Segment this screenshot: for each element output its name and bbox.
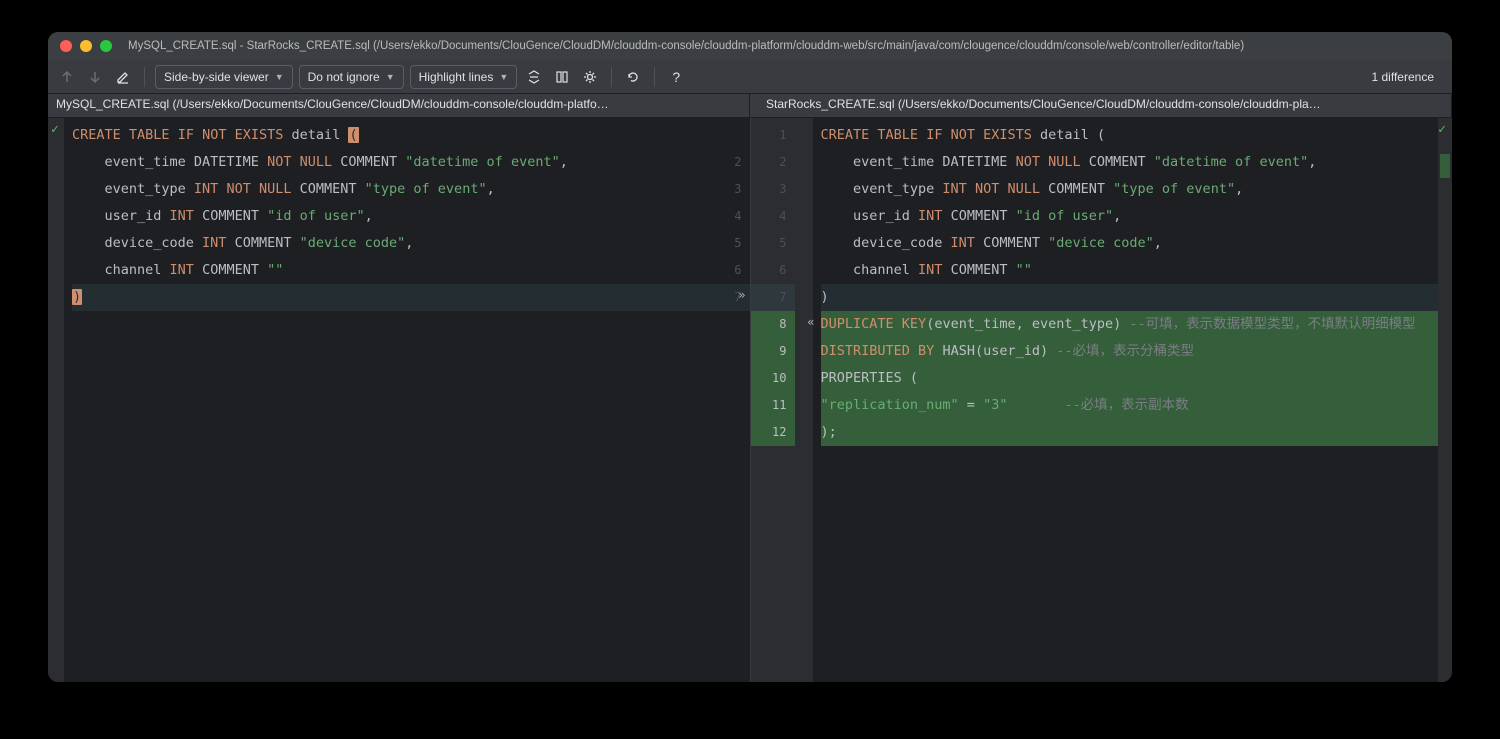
line-number: 8 [751, 311, 795, 338]
diff-window: MySQL_CREATE.sql - StarRocks_CREATE.sql … [48, 32, 1452, 682]
line-number: 6 [710, 257, 750, 284]
collapse-unchanged-button[interactable] [523, 66, 545, 88]
line-number: 4 [751, 203, 795, 230]
line-number: 1 [751, 122, 795, 149]
close-button[interactable] [60, 40, 72, 52]
code-line[interactable]: PROPERTIES ( [821, 365, 1439, 392]
code-line[interactable]: DISTRIBUTED BY HASH(user_id) --必填，表示分桶类型 [821, 338, 1439, 365]
help-button[interactable]: ? [665, 66, 687, 88]
ignore-mode-dropdown[interactable]: Do not ignore ▼ [299, 65, 404, 89]
refresh-button[interactable] [622, 66, 644, 88]
code-line[interactable]: user_id INT COMMENT "id of user", [821, 203, 1439, 230]
apply-right-icon[interactable]: » [738, 288, 745, 302]
line-number: 10 [751, 365, 795, 392]
left-line-numbers: 234567 [710, 118, 750, 682]
code-line[interactable]: ) [72, 284, 710, 311]
line-number: 6 [751, 257, 795, 284]
traffic-lights [60, 40, 112, 52]
file-headers: MySQL_CREATE.sql (/Users/ekko/Documents/… [48, 94, 1452, 118]
code-line[interactable]: "replication_num" = "3" --必填，表示副本数 [821, 392, 1439, 419]
viewer-mode-dropdown[interactable]: Side-by-side viewer ▼ [155, 65, 293, 89]
code-line[interactable]: CREATE TABLE IF NOT EXISTS detail ( [72, 122, 710, 149]
right-file-header[interactable]: StarRocks_CREATE.sql (/Users/ekko/Docume… [750, 94, 1452, 117]
code-line[interactable]: event_type INT NOT NULL COMMENT "type of… [72, 176, 710, 203]
next-diff-button[interactable] [84, 66, 106, 88]
separator [654, 67, 655, 87]
right-fold-gutter: « [795, 118, 813, 682]
line-number: 9 [751, 338, 795, 365]
line-number: 3 [710, 176, 750, 203]
code-line[interactable]: ); [821, 419, 1439, 446]
code-line[interactable]: event_time DATETIME NOT NULL COMMENT "da… [821, 149, 1439, 176]
maximize-button[interactable] [100, 40, 112, 52]
minimize-button[interactable] [80, 40, 92, 52]
left-code[interactable]: CREATE TABLE IF NOT EXISTS detail ( even… [64, 118, 710, 682]
code-line[interactable]: DUPLICATE KEY(event_time, event_type) --… [821, 311, 1439, 338]
settings-button[interactable] [579, 66, 601, 88]
code-line[interactable]: event_type INT NOT NULL COMMENT "type of… [821, 176, 1439, 203]
check-icon: ✓ [1438, 122, 1446, 137]
left-marker-strip [48, 118, 64, 682]
edit-button[interactable] [112, 66, 134, 88]
chevron-down-icon: ▼ [386, 72, 395, 82]
code-line[interactable]: channel INT COMMENT "" [72, 257, 710, 284]
right-line-numbers: 123456789101112 [751, 118, 795, 682]
left-pane[interactable]: ✓ CREATE TABLE IF NOT EXISTS detail ( ev… [48, 118, 751, 682]
line-number: 5 [710, 230, 750, 257]
highlight-mode-label: Highlight lines [419, 70, 494, 84]
titlebar[interactable]: MySQL_CREATE.sql - StarRocks_CREATE.sql … [48, 32, 1452, 60]
code-line[interactable]: device_code INT COMMENT "device code", [72, 230, 710, 257]
line-number: 3 [751, 176, 795, 203]
code-line[interactable]: event_time DATETIME NOT NULL COMMENT "da… [72, 149, 710, 176]
code-line[interactable]: ) [821, 284, 1439, 311]
right-marker-strip: ✓ [1438, 118, 1452, 682]
code-line[interactable]: user_id INT COMMENT "id of user", [72, 203, 710, 230]
line-number: 4 [710, 203, 750, 230]
right-pane[interactable]: 123456789101112 « CREATE TABLE IF NOT EX… [751, 118, 1453, 682]
line-number: 2 [710, 149, 750, 176]
diff-count: 1 difference [1372, 70, 1445, 84]
line-number: 11 [751, 392, 795, 419]
line-number: 12 [751, 419, 795, 446]
chevron-down-icon: ▼ [275, 72, 284, 82]
line-number: 2 [751, 149, 795, 176]
window-title: MySQL_CREATE.sql - StarRocks_CREATE.sql … [128, 40, 1244, 52]
line-number: 5 [751, 230, 795, 257]
check-icon: ✓ [51, 122, 59, 137]
diff-marker[interactable] [1440, 154, 1450, 178]
toolbar: Side-by-side viewer ▼ Do not ignore ▼ Hi… [48, 60, 1452, 94]
code-line[interactable]: device_code INT COMMENT "device code", [821, 230, 1439, 257]
diff-panes: ✓ CREATE TABLE IF NOT EXISTS detail ( ev… [48, 118, 1452, 682]
line-number: 7 [751, 284, 795, 311]
highlight-mode-dropdown[interactable]: Highlight lines ▼ [410, 65, 518, 89]
prev-diff-button[interactable] [56, 66, 78, 88]
sync-scroll-button[interactable] [551, 66, 573, 88]
separator [611, 67, 612, 87]
viewer-mode-label: Side-by-side viewer [164, 70, 269, 84]
code-line[interactable]: channel INT COMMENT "" [821, 257, 1439, 284]
ignore-mode-label: Do not ignore [308, 70, 380, 84]
right-code[interactable]: CREATE TABLE IF NOT EXISTS detail ( even… [813, 118, 1439, 682]
separator [144, 67, 145, 87]
line-number [710, 122, 750, 149]
left-file-header[interactable]: MySQL_CREATE.sql (/Users/ekko/Documents/… [48, 94, 750, 117]
code-line[interactable]: CREATE TABLE IF NOT EXISTS detail ( [821, 122, 1439, 149]
chevron-down-icon: ▼ [499, 72, 508, 82]
